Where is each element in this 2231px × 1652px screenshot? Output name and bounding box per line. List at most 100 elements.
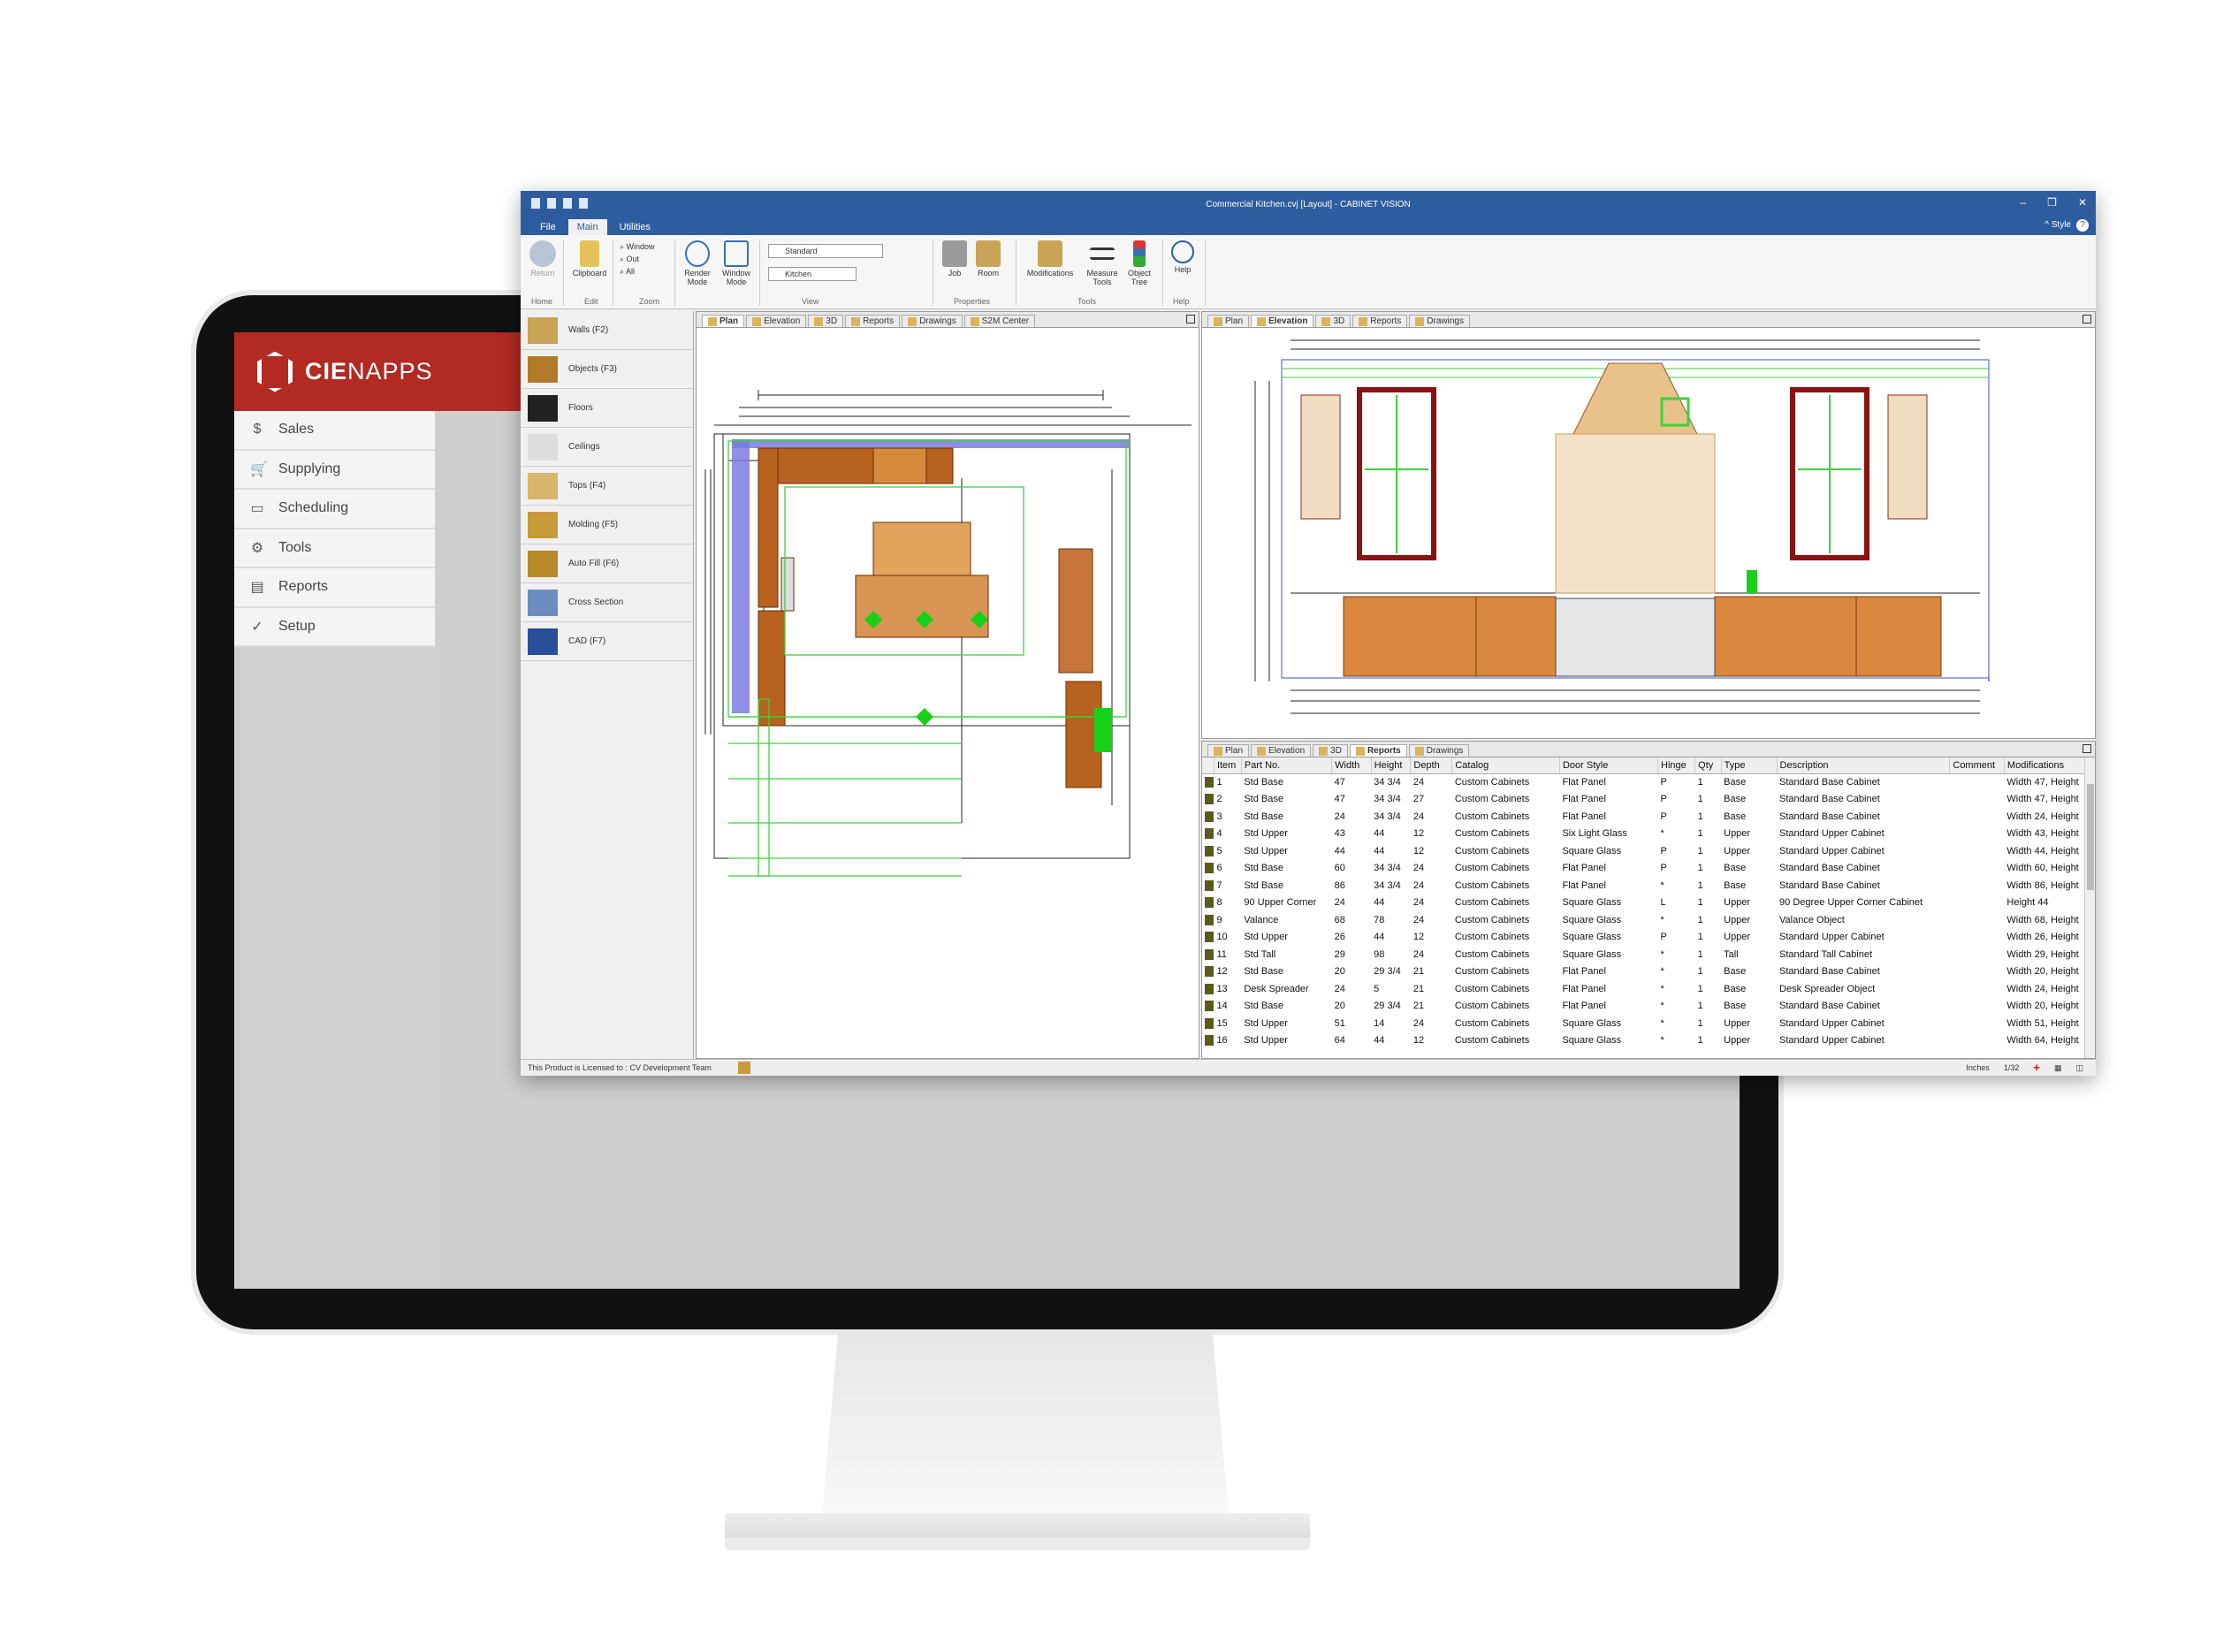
modifications-button[interactable]: Modifications [1021,240,1079,278]
clipboard-button[interactable]: Clipboard [570,240,609,278]
zoom-window-button[interactable]: ⌕ Window [620,240,655,253]
column-header[interactable]: Modifications [2004,757,2095,774]
column-header[interactable]: Item [1214,757,1242,774]
tab-drawings[interactable]: Drawings [1408,744,1470,757]
table-row[interactable]: 9 Valance 68 78 24 Custom Cabinets Square Glas… [1202,911,2095,929]
tool-item[interactable]: Objects (F3) [521,350,693,389]
tab-elevation[interactable]: Elevation [1251,315,1314,327]
column-header[interactable]: Qty [1694,757,1722,774]
vertical-scrollbar[interactable] [2084,757,2095,1058]
cienapps-menu-item[interactable]: ▭ Scheduling [234,490,435,529]
table-row[interactable]: 14 Std Base 20 29 3/4 21 Custom Cabinets Flat … [1202,998,2095,1016]
table-row[interactable]: 11 Std Tall 29 98 24 Custom Cabinets Square Gl… [1202,946,2095,963]
close-icon[interactable]: ✕ [2078,196,2087,209]
maximize-icon[interactable] [2083,744,2091,753]
new-file-icon[interactable] [531,198,540,209]
cienapps-menu-item[interactable]: ⚙ Tools [234,529,435,568]
table-row[interactable]: 13 Desk Spreader 24 5 21 Custom Cabinets Flat … [1202,980,2095,998]
view-select[interactable]: Standard [768,244,883,258]
cienapps-logo[interactable]: CIENAPPS [234,332,522,411]
column-header[interactable]: Type [1721,757,1778,774]
tab-3d[interactable]: 3D [808,315,844,327]
render-mode-button[interactable]: Render Mode [680,240,715,286]
table-row[interactable]: 2 Std Base 47 34 3/4 27 Custom Cabinets Flat P… [1202,791,2095,809]
column-header[interactable]: Part No. [1241,757,1333,774]
menu-main[interactable]: Main [567,219,607,235]
restore-icon[interactable]: ❐ [2047,196,2057,209]
cienapps-menu-item[interactable]: $ Sales [234,411,435,451]
maximize-icon[interactable] [1186,315,1195,324]
room-button[interactable]: Room [973,240,1003,278]
table-row[interactable]: 5 Std Upper 44 44 12 Custom Cabinets Square Gl… [1202,842,2095,860]
menu-file[interactable]: File [531,219,565,235]
column-header[interactable]: Door Style [1559,757,1659,774]
scale-label[interactable]: 1/32 [2004,1063,2020,1073]
grid-icon[interactable]: ▦ [2054,1063,2062,1073]
tab-elevation[interactable]: Elevation [746,315,807,327]
tab-plan[interactable]: Plan [702,315,745,327]
table-row[interactable]: 12 Std Base 20 29 3/4 21 Custom Cabinets Flat … [1202,963,2095,981]
column-header[interactable]: Hinge [1657,757,1696,774]
room-select[interactable]: Kitchen [768,267,857,281]
window-mode-button[interactable]: Window Mode [719,240,754,286]
tool-item[interactable]: Cross Section [521,583,693,622]
tab-plan[interactable]: Plan [1207,315,1250,327]
cienapps-menu-item[interactable]: 🛒 Supplying [234,451,435,490]
maximize-icon[interactable] [2083,315,2091,324]
column-header[interactable]: Width [1331,757,1372,774]
table-row[interactable]: 6 Std Base 60 34 3/4 24 Custom Cabinets Flat P… [1202,860,2095,878]
tool-item[interactable]: Floors [521,389,693,428]
minimize-icon[interactable]: – [2020,196,2026,209]
save-icon[interactable] [563,198,572,209]
table-row[interactable]: 8 90 Upper Corner 24 44 24 Custom Cabinets Squ… [1202,895,2095,912]
help-icon[interactable]: ? [2076,219,2089,232]
zoom-all-button[interactable]: ⌕ All [620,265,655,278]
table-row[interactable]: 10 Std Upper 26 44 12 Custom Cabinets Square G… [1202,929,2095,947]
style-menu[interactable]: ^ Style [2044,220,2071,230]
plan-drawing[interactable] [697,328,1199,1058]
tool-item[interactable]: Ceilings [521,428,693,467]
elevation-drawing[interactable] [1202,328,2095,738]
layout-icon[interactable]: ◫ [2075,1063,2083,1073]
table-row[interactable]: 16 Std Upper 64 44 12 Custom Cabinets Square G… [1202,1032,2095,1050]
tab-reports[interactable]: Reports [845,315,901,327]
table-row[interactable]: 1 Std Base 47 34 3/4 24 Custom Cabinets Flat P… [1202,773,2095,791]
tool-item[interactable]: Auto Fill (F6) [521,544,693,583]
tab-3d[interactable]: 3D [1313,744,1348,757]
column-header[interactable]: Height [1371,757,1412,774]
tool-item[interactable]: Molding (F5) [521,506,693,544]
tab-reports[interactable]: Reports [1352,315,1408,327]
cienapps-menu-item[interactable]: ✓ Setup [234,608,435,647]
table-row[interactable]: 15 Std Upper 51 14 24 Custom Cabinets Square G… [1202,1015,2095,1032]
return-button[interactable]: Return [528,240,558,278]
column-header[interactable]: Depth [1410,757,1453,774]
column-header[interactable]: Comment [1949,757,2005,774]
column-header[interactable]: Description [1777,757,1951,774]
tab-3d[interactable]: 3D [1315,315,1352,327]
tool-item[interactable]: Walls (F2) [521,311,693,350]
tab-drawings[interactable]: Drawings [902,315,963,327]
open-file-icon[interactable] [547,198,556,209]
tab-drawings[interactable]: Drawings [1409,315,1470,327]
table-row[interactable]: 7 Std Base 86 34 3/4 24 Custom Cabinets Flat P… [1202,877,2095,895]
snap-icon[interactable]: ✚ [2033,1063,2040,1073]
tool-item[interactable]: CAD (F7) [521,622,693,661]
job-button[interactable]: Job [940,240,970,278]
measure-tools-button[interactable]: Measure Tools [1083,240,1122,286]
menu-utilities[interactable]: Utilities [611,219,659,235]
column-header[interactable]: Catalog [1451,757,1560,774]
scrollbar-thumb[interactable] [2087,784,2094,890]
help-button[interactable]: Help [1168,240,1198,274]
tab-reports[interactable]: Reports [1349,744,1407,757]
table-row[interactable]: 4 Std Upper 43 44 12 Custom Cabinets Six Light… [1202,826,2095,843]
zoom-out-button[interactable]: ⌕ Out [620,253,655,265]
print-icon[interactable] [579,198,588,209]
tab-elevation[interactable]: Elevation [1251,744,1312,757]
object-tree-button[interactable]: Object Tree [1123,240,1155,286]
tab-s2m-center[interactable]: S2M Center [963,315,1036,327]
cienapps-menu-item[interactable]: ▤ Reports [234,568,435,608]
table-row[interactable]: 3 Std Base 24 34 3/4 24 Custom Cabinets Flat P… [1202,808,2095,826]
tool-item[interactable]: Tops (F4) [521,467,693,506]
tab-plan[interactable]: Plan [1207,744,1250,757]
status-object-icon[interactable] [737,1062,750,1074]
